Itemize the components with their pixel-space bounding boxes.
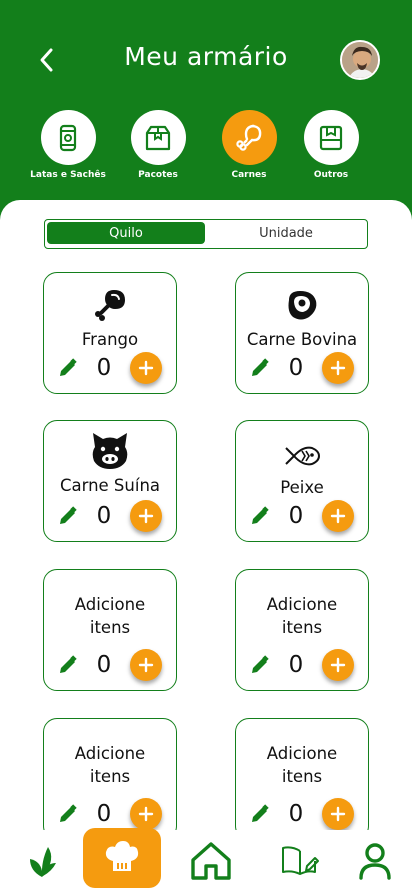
avatar[interactable] xyxy=(340,40,380,80)
nav-profile[interactable] xyxy=(352,830,398,891)
category-label: Outros xyxy=(313,170,349,180)
content-panel: Quilo Unidade Frango 0 Carne Bovina 0 Ca… xyxy=(0,200,412,830)
plus-icon xyxy=(138,806,154,822)
category-outros[interactable]: Outros xyxy=(286,110,376,180)
item-name: Peixe xyxy=(280,478,324,497)
add-button[interactable] xyxy=(130,798,162,830)
chicken-leg-icon xyxy=(95,290,125,321)
add-button[interactable] xyxy=(322,649,354,681)
pencil-icon xyxy=(252,506,269,524)
nav-leaves[interactable] xyxy=(18,830,66,891)
unit-toggle: Quilo Unidade xyxy=(44,219,368,249)
category-carnes[interactable]: Carnes xyxy=(204,110,294,180)
pencil-icon xyxy=(252,358,269,376)
add-button[interactable] xyxy=(322,500,354,532)
item-card-peixe[interactable]: Peixe 0 xyxy=(235,420,369,542)
add-button[interactable] xyxy=(130,352,162,384)
category-latas[interactable]: Latas e Sachês xyxy=(23,110,113,180)
pencil-icon xyxy=(60,358,77,376)
fish-icon xyxy=(285,446,321,466)
header: Meu armário Latas e Sachês Pacotes Carne… xyxy=(0,0,412,215)
quantity-value: 0 xyxy=(288,652,304,678)
edit-button[interactable] xyxy=(58,358,78,378)
item-card-empty[interactable]: Adicione itens 0 xyxy=(43,718,177,830)
item-card-empty[interactable]: Adicione itens 0 xyxy=(235,718,369,830)
nav-chef[interactable] xyxy=(83,828,161,888)
plus-icon xyxy=(138,360,154,376)
toggle-quilo[interactable]: Quilo xyxy=(47,222,205,244)
plus-icon xyxy=(330,806,346,822)
add-button[interactable] xyxy=(322,352,354,384)
quantity-value: 0 xyxy=(288,503,304,529)
item-name: Adicione itens xyxy=(266,595,338,637)
chef-hat-icon xyxy=(105,841,139,871)
nav-home[interactable] xyxy=(186,830,236,891)
pencil-icon xyxy=(252,804,269,822)
item-card-empty[interactable]: Adicione itens 0 xyxy=(235,569,369,691)
beef-steak-icon xyxy=(288,291,317,320)
edit-button[interactable] xyxy=(250,804,270,824)
category-label: Pacotes xyxy=(138,170,178,180)
pencil-icon xyxy=(60,804,77,822)
item-card-carne-bovina[interactable]: Carne Bovina 0 xyxy=(235,272,369,394)
pencil-icon xyxy=(60,655,77,673)
quantity-value: 0 xyxy=(96,503,112,529)
item-name: Adicione itens xyxy=(266,744,338,786)
quantity-value: 0 xyxy=(96,801,112,827)
item-card-carne-suina[interactable]: Carne Suína 0 xyxy=(43,420,177,542)
item-card-frango[interactable]: Frango 0 xyxy=(43,272,177,394)
leaves-icon xyxy=(30,846,56,877)
can-icon xyxy=(59,124,77,151)
item-card-empty[interactable]: Adicione itens 0 xyxy=(43,569,177,691)
item-name: Carne Bovina xyxy=(246,330,358,349)
book-edit-icon xyxy=(282,845,319,875)
drumstick-icon xyxy=(236,124,262,151)
category-label: Carnes xyxy=(231,170,267,180)
item-name: Frango xyxy=(81,330,139,349)
edit-button[interactable] xyxy=(58,506,78,526)
item-name: Carne Suína xyxy=(59,476,161,495)
item-name: Adicione itens xyxy=(74,595,146,637)
user-icon xyxy=(359,842,391,880)
home-icon xyxy=(191,841,231,880)
quantity-value: 0 xyxy=(96,355,112,381)
nav-book[interactable] xyxy=(276,830,324,891)
archive-box-icon xyxy=(319,125,343,150)
item-name: Adicione itens xyxy=(74,744,146,786)
add-button[interactable] xyxy=(130,500,162,532)
pencil-icon xyxy=(252,655,269,673)
edit-button[interactable] xyxy=(58,804,78,824)
pig-icon xyxy=(92,433,128,469)
category-label: Latas e Sachês xyxy=(30,170,106,180)
plus-icon xyxy=(138,508,154,524)
quantity-value: 0 xyxy=(96,652,112,678)
quantity-value: 0 xyxy=(288,355,304,381)
bottom-nav xyxy=(0,828,412,891)
edit-button[interactable] xyxy=(250,358,270,378)
add-button[interactable] xyxy=(322,798,354,830)
box-icon xyxy=(145,125,171,150)
edit-button[interactable] xyxy=(58,655,78,675)
avatar-photo-icon xyxy=(342,42,378,78)
edit-button[interactable] xyxy=(250,506,270,526)
quantity-value: 0 xyxy=(288,801,304,827)
category-pacotes[interactable]: Pacotes xyxy=(113,110,203,180)
plus-icon xyxy=(330,360,346,376)
plus-icon xyxy=(330,657,346,673)
plus-icon xyxy=(138,657,154,673)
category-bar: Latas e Sachês Pacotes Carnes Outros xyxy=(0,110,412,182)
edit-button[interactable] xyxy=(250,655,270,675)
toggle-unidade[interactable]: Unidade xyxy=(207,222,365,244)
add-button[interactable] xyxy=(130,649,162,681)
plus-icon xyxy=(330,508,346,524)
pencil-icon xyxy=(60,506,77,524)
